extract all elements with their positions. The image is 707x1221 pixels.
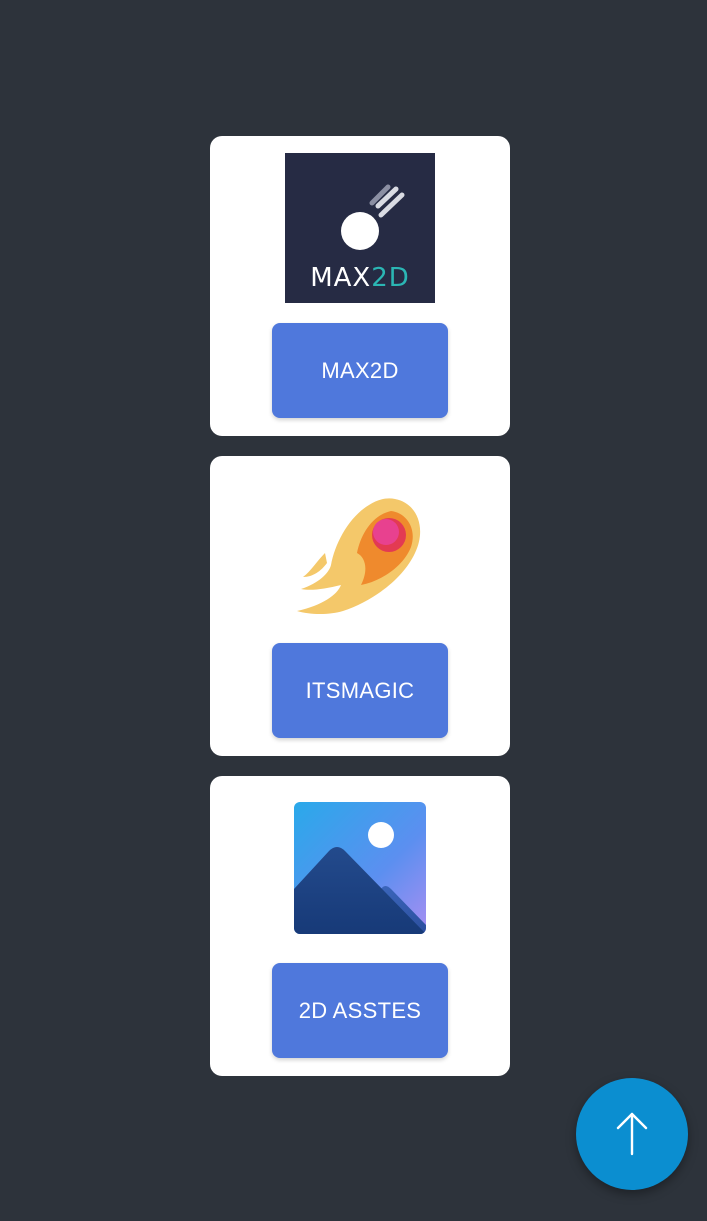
itsmagic-card: ITSMAGIC [210,456,510,756]
max2d-logo-text-accent: 2D [371,263,410,293]
max2d-button[interactable]: MAX2D [272,323,448,418]
image-mountain-icon [285,793,435,943]
itsmagic-button[interactable]: ITSMAGIC [272,643,448,738]
max2d-card: MAX2D MAX2D [210,136,510,436]
max2d-logo-text-main: MAX [310,263,371,293]
max2d-logo-icon: MAX2D [285,153,435,303]
fireball-comet-icon [285,473,435,623]
2d-assets-button[interactable]: 2D ASSTES [272,963,448,1058]
2d-assets-card: 2D ASSTES [210,776,510,1076]
arrow-up-icon [612,1110,652,1158]
svg-text:MAX2D: MAX2D [310,263,410,293]
scroll-to-top-button[interactable] [576,1078,688,1190]
